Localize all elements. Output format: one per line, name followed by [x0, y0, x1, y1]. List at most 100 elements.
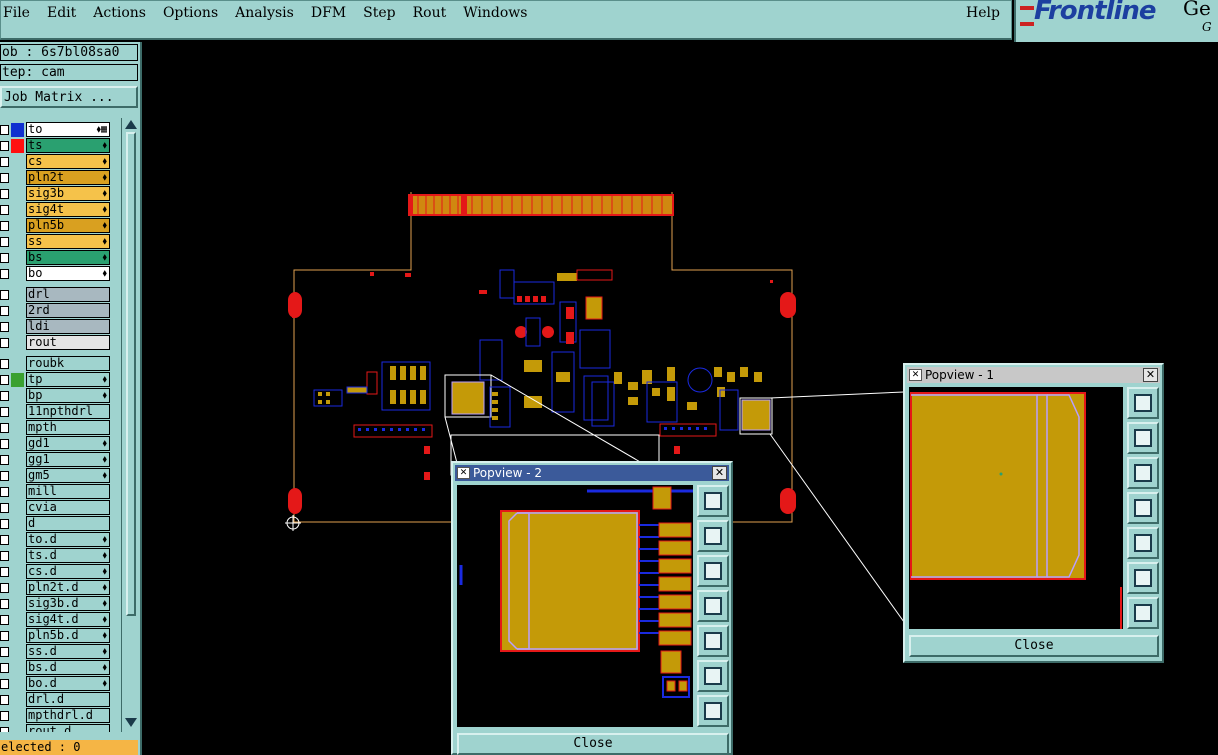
layer-row[interactable]: bs ⬧	[0, 250, 112, 266]
layer-row[interactable]: to ⬧▦	[0, 122, 112, 138]
layer-row[interactable]: drl	[0, 287, 112, 303]
layer-name[interactable]: sig3b ⬧	[26, 186, 110, 201]
layer-name[interactable]: gd1 ⬧	[26, 436, 110, 451]
layer-name[interactable]: rout.d	[26, 724, 110, 732]
scroll-up-icon[interactable]	[125, 120, 137, 129]
layer-checkbox[interactable]	[0, 306, 9, 316]
zoom-fit-icon[interactable]	[697, 485, 729, 517]
layer-checkbox[interactable]	[0, 599, 9, 609]
menu-dfm[interactable]: DFM	[311, 5, 346, 21]
layer-checkbox[interactable]	[0, 519, 9, 529]
layer-row[interactable]: ts ⬧	[0, 138, 112, 154]
menu-actions[interactable]: Actions	[93, 5, 146, 21]
layer-name[interactable]: mpth	[26, 420, 110, 435]
layer-row[interactable]: ts.d ⬧	[0, 548, 112, 564]
layer-checkbox[interactable]	[0, 583, 9, 593]
zoom-fit-icon[interactable]	[1127, 387, 1159, 419]
layer-checkbox[interactable]	[0, 391, 9, 401]
layer-name[interactable]: pln2t.d ⬧	[26, 580, 110, 595]
layer-row[interactable]: d	[0, 516, 112, 532]
layer-row[interactable]: pln5b.d ⬧	[0, 628, 112, 644]
layer-scrollbar[interactable]	[121, 118, 139, 732]
menu-step[interactable]: Step	[363, 5, 395, 21]
layer-name[interactable]: ss.d ⬧	[26, 644, 110, 659]
layer-name[interactable]: tp ⬧	[26, 372, 110, 387]
zoom-in-icon[interactable]	[697, 660, 729, 692]
layer-row[interactable]: 2rd	[0, 303, 112, 319]
layer-name[interactable]: 2rd	[26, 303, 110, 318]
menu-help[interactable]: Help	[966, 5, 1000, 21]
popview-1-close-icon[interactable]: ✕	[1143, 368, 1158, 382]
layer-name[interactable]: pln2t ⬧	[26, 170, 110, 185]
layer-checkbox[interactable]	[0, 727, 9, 732]
layer-name[interactable]: drl	[26, 287, 110, 302]
pan-down-icon[interactable]	[697, 555, 729, 587]
window-menu-icon[interactable]: ✕	[909, 369, 922, 381]
layer-name[interactable]: roubk	[26, 356, 110, 371]
layer-color-swatch[interactable]	[11, 139, 24, 153]
layer-name[interactable]: cs.d ⬧	[26, 564, 110, 579]
layer-name[interactable]: cvia	[26, 500, 110, 515]
pan-down-icon[interactable]	[1127, 457, 1159, 489]
menu-file[interactable]: File	[3, 5, 30, 21]
layer-row[interactable]: rout.d	[0, 724, 112, 732]
layer-row[interactable]: pln5b ⬧	[0, 218, 112, 234]
pan-right-icon[interactable]	[697, 625, 729, 657]
pan-up-icon[interactable]	[1127, 422, 1159, 454]
layer-checkbox[interactable]	[0, 205, 9, 215]
layer-row[interactable]: gg1 ⬧	[0, 452, 112, 468]
layer-name[interactable]: drl.d	[26, 692, 110, 707]
layer-checkbox[interactable]	[0, 253, 9, 263]
layer-checkbox[interactable]	[0, 647, 9, 657]
layer-row[interactable]: pln2t.d ⬧	[0, 580, 112, 596]
layer-checkbox[interactable]	[0, 423, 9, 433]
popview-2-close-icon[interactable]: ✕	[712, 466, 727, 480]
layer-row[interactable]: tp ⬧	[0, 372, 112, 388]
layer-name[interactable]: cs ⬧	[26, 154, 110, 169]
layer-checkbox[interactable]	[0, 189, 9, 199]
popview-2-canvas[interactable]	[457, 485, 693, 727]
layer-checkbox[interactable]	[0, 535, 9, 545]
layer-checkbox[interactable]	[0, 471, 9, 481]
layer-checkbox[interactable]	[0, 173, 9, 183]
layer-row[interactable]: 11npthdrl	[0, 404, 112, 420]
layer-name[interactable]: to ⬧▦	[26, 122, 110, 137]
layer-name[interactable]: bs.d ⬧	[26, 660, 110, 675]
layer-checkbox[interactable]	[0, 711, 9, 721]
layer-checkbox[interactable]	[0, 237, 9, 247]
layer-name[interactable]: ts ⬧	[26, 138, 110, 153]
scroll-thumb[interactable]	[126, 132, 136, 616]
layer-checkbox[interactable]	[0, 407, 9, 417]
job-matrix-button[interactable]: Job Matrix ...	[0, 86, 138, 108]
layer-row[interactable]: mill	[0, 484, 112, 500]
layer-name[interactable]: rout	[26, 335, 110, 350]
layer-checkbox[interactable]	[0, 567, 9, 577]
layer-checkbox[interactable]	[0, 125, 9, 135]
scroll-down-icon[interactable]	[125, 718, 137, 727]
layer-row[interactable]: sig3b.d ⬧	[0, 596, 112, 612]
layer-row[interactable]: gm5 ⬧	[0, 468, 112, 484]
menu-options[interactable]: Options	[163, 5, 218, 21]
layer-name[interactable]: sig4t.d ⬧	[26, 612, 110, 627]
layer-row[interactable]: sig4t.d ⬧	[0, 612, 112, 628]
layer-checkbox[interactable]	[0, 359, 9, 369]
layer-name[interactable]: bo.d ⬧	[26, 676, 110, 691]
layer-checkbox[interactable]	[0, 503, 9, 513]
popview-1-titlebar[interactable]: ✕ Popview - 1 ✕	[907, 367, 1160, 383]
popview-1-close-button[interactable]: Close	[909, 635, 1159, 657]
layer-checkbox[interactable]	[0, 290, 9, 300]
layer-row[interactable]: to.d ⬧	[0, 532, 112, 548]
layer-name[interactable]: ldi	[26, 319, 110, 334]
layer-checkbox[interactable]	[0, 487, 9, 497]
layer-row[interactable]: cs.d ⬧	[0, 564, 112, 580]
zoom-out-icon[interactable]	[1127, 597, 1159, 629]
layer-checkbox[interactable]	[0, 631, 9, 641]
menu-analysis[interactable]: Analysis	[235, 5, 294, 21]
layer-row[interactable]: drl.d	[0, 692, 112, 708]
menu-rout[interactable]: Rout	[413, 5, 447, 21]
layer-checkbox[interactable]	[0, 695, 9, 705]
layer-row[interactable]: rout	[0, 335, 112, 351]
layer-row[interactable]: cs ⬧	[0, 154, 112, 170]
popview-1-canvas[interactable]	[909, 387, 1123, 629]
layer-checkbox[interactable]	[0, 269, 9, 279]
